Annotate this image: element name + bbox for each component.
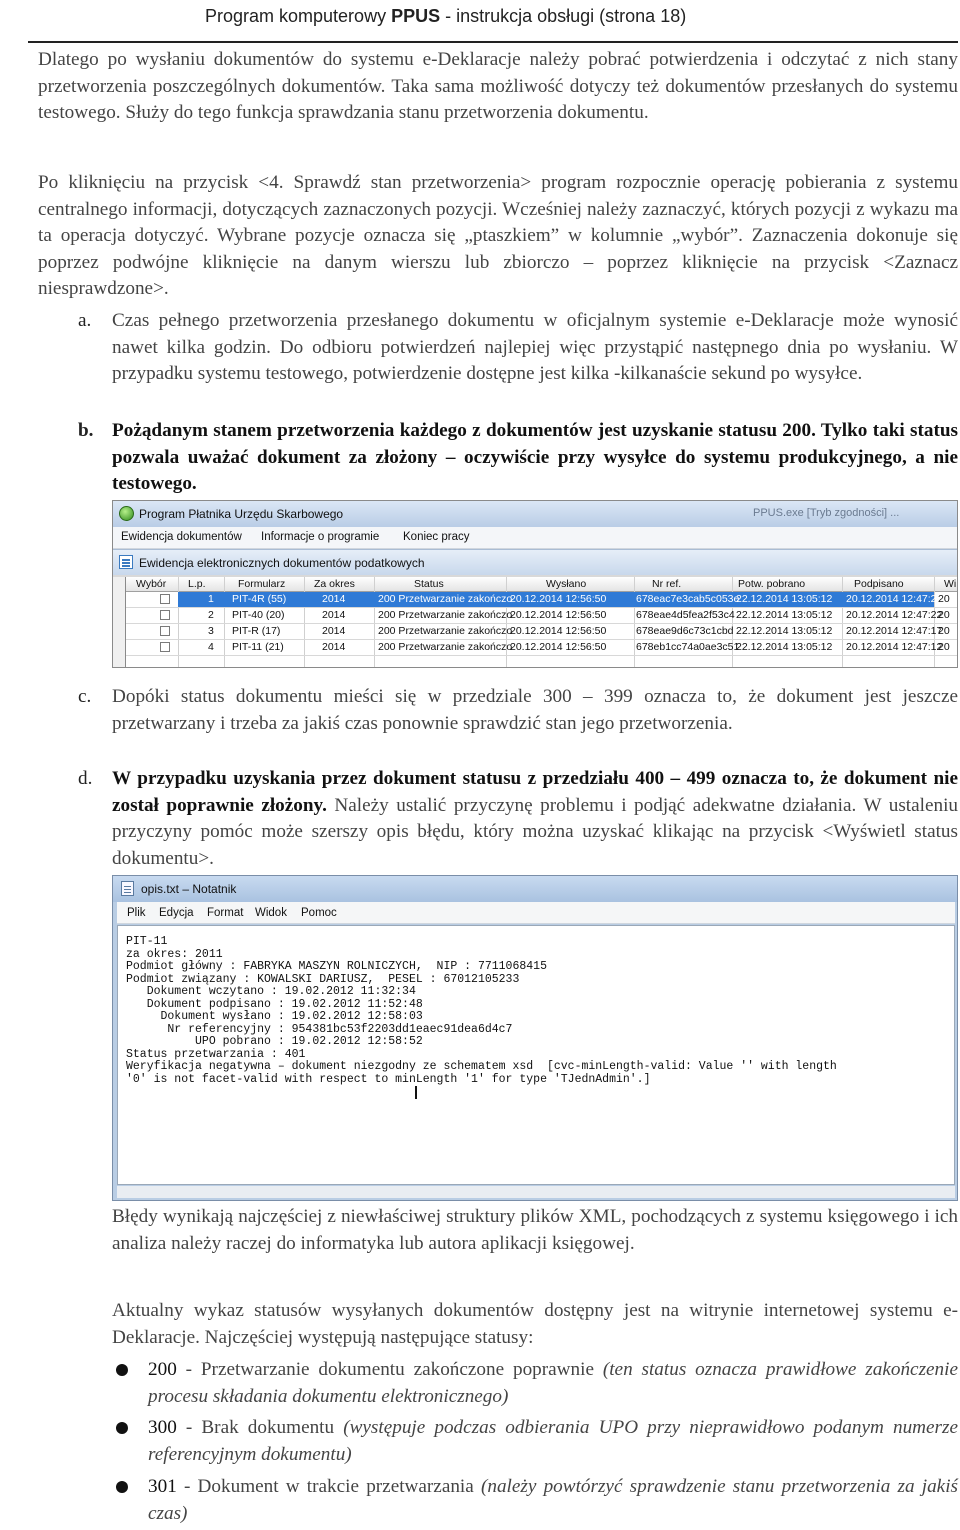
row-checkbox[interactable]: [160, 594, 170, 604]
col-wybor[interactable]: Wybór: [136, 578, 166, 590]
col-wyslano[interactable]: Wysłano: [546, 578, 586, 590]
notepad-menu-bar: Plik Edycja Format Widok Pomoc: [117, 902, 955, 924]
status-300-item: 300 - Brak dokumentu (występuje podczas …: [148, 1417, 958, 1465]
status-200-item: 200 - Przetwarzanie dokumentu zakończone…: [148, 1359, 959, 1407]
row-checkbox[interactable]: [160, 610, 170, 620]
bullet-icon: [116, 1422, 128, 1434]
errors-paragraph: Błędy wynikają najczęściej z niewłaściwe…: [112, 1206, 958, 1254]
col-status[interactable]: Status: [414, 578, 444, 590]
window-title: Program Płatnika Urzędu Skarbowego: [139, 507, 344, 521]
app-icon: [119, 506, 134, 521]
status-301-item: 301 - Dokument w trakcie przetwarzania (…: [148, 1476, 958, 1524]
item-c-label: c.: [78, 686, 92, 707]
menu-plik[interactable]: Plik: [127, 907, 146, 919]
notepad-icon: [121, 881, 134, 896]
menu-pomoc[interactable]: Pomoc: [301, 907, 337, 919]
intro-paragraph: Dlatego po wysłaniu dokumentów do system…: [38, 49, 958, 123]
col-nr-ref[interactable]: Nr ref.: [652, 578, 681, 590]
header-divider: [28, 41, 958, 43]
table-header: Wybór L.p. Formularz Za okres Status Wys…: [126, 577, 957, 592]
notepad-bottom-frame: [117, 1186, 955, 1198]
window-titlebar: Program Płatnika Urzędu Skarbowego PPUS.…: [113, 501, 957, 527]
menu-bar: Ewidencja dokumentów Informacje o progra…: [113, 527, 957, 549]
row-checkbox[interactable]: [160, 642, 170, 652]
item-d-label: d.: [78, 768, 93, 789]
row-checkbox[interactable]: [160, 626, 170, 636]
col-wi[interactable]: Wi: [944, 578, 956, 590]
ppus-window-screenshot: Program Płatnika Urzędu Skarbowego PPUS.…: [112, 500, 958, 668]
instructions-paragraph: Po kliknięciu na przycisk <4. Sprawdź st…: [38, 172, 958, 299]
menu-informacje[interactable]: Informacje o programie: [261, 531, 379, 543]
item-d-text: W przypadku uzyskania przez dokument sta…: [112, 768, 958, 869]
col-potw-pobrano[interactable]: Potw. pobrano: [738, 578, 805, 590]
table-row[interactable]: 2 PIT-40 (20) 2014 200 Przetwarzanie zak…: [126, 608, 957, 624]
page-header: Program komputerowy PPUS - instrukcja ob…: [0, 0, 960, 43]
notepad-title: opis.txt – Notatnik: [141, 882, 237, 896]
table-row[interactable]: 1 PIT-4R (55) 2014 200 Przetwarzanie zak…: [126, 592, 957, 608]
menu-format[interactable]: Format: [207, 907, 243, 919]
notepad-titlebar: opis.txt – Notatnik: [113, 876, 957, 902]
notepad-window-screenshot: opis.txt – Notatnik Plik Edycja Format W…: [112, 875, 958, 1201]
item-a-label: a.: [78, 310, 92, 331]
document-list-icon: [119, 555, 133, 569]
child-window-title: Ewidencja elektronicznych dokumentów pod…: [139, 556, 425, 570]
window-title-faded: PPUS.exe [Tryb zgodności] ...: [753, 507, 900, 519]
item-b-label: b.: [78, 420, 94, 441]
text-caret: [415, 1086, 417, 1099]
item-c-text: Dopóki status dokumentu mieści się w prz…: [112, 686, 958, 734]
table-row[interactable]: 4 PIT-11 (21) 2014 200 Przetwarzanie zak…: [126, 640, 957, 656]
documents-table: Wybór L.p. Formularz Za okres Status Wys…: [125, 577, 957, 667]
menu-widok[interactable]: Widok: [255, 907, 287, 919]
notepad-text-area[interactable]: PIT-11 za okres: 2011 Podmiot główny : F…: [117, 925, 955, 1185]
table-row[interactable]: 3 PIT-R (17) 2014 200 Przetwarzanie zako…: [126, 624, 957, 640]
col-formularz[interactable]: Formularz: [238, 578, 285, 590]
col-za-okres[interactable]: Za okres: [314, 578, 355, 590]
menu-koniec[interactable]: Koniec pracy: [403, 531, 469, 543]
header-title: Program komputerowy PPUS - instrukcja ob…: [205, 6, 687, 26]
item-b-text: Pożądanym stanem przetworzenia każdego z…: [112, 420, 958, 494]
menu-edycja[interactable]: Edycja: [159, 907, 194, 919]
bullet-icon: [116, 1481, 128, 1493]
menu-ewidencja[interactable]: Ewidencja dokumentów: [121, 531, 242, 543]
col-podpisano[interactable]: Podpisano: [854, 578, 904, 590]
col-lp[interactable]: L.p.: [188, 578, 206, 590]
statuses-intro-paragraph: Aktualny wykaz statusów wysyłanych dokum…: [112, 1300, 958, 1348]
item-a-text: Czas pełnego przetworzenia przesłanego d…: [112, 310, 958, 384]
bullet-icon: [116, 1364, 128, 1376]
child-window-titlebar: Ewidencja elektronicznych dokumentów pod…: [113, 549, 957, 575]
